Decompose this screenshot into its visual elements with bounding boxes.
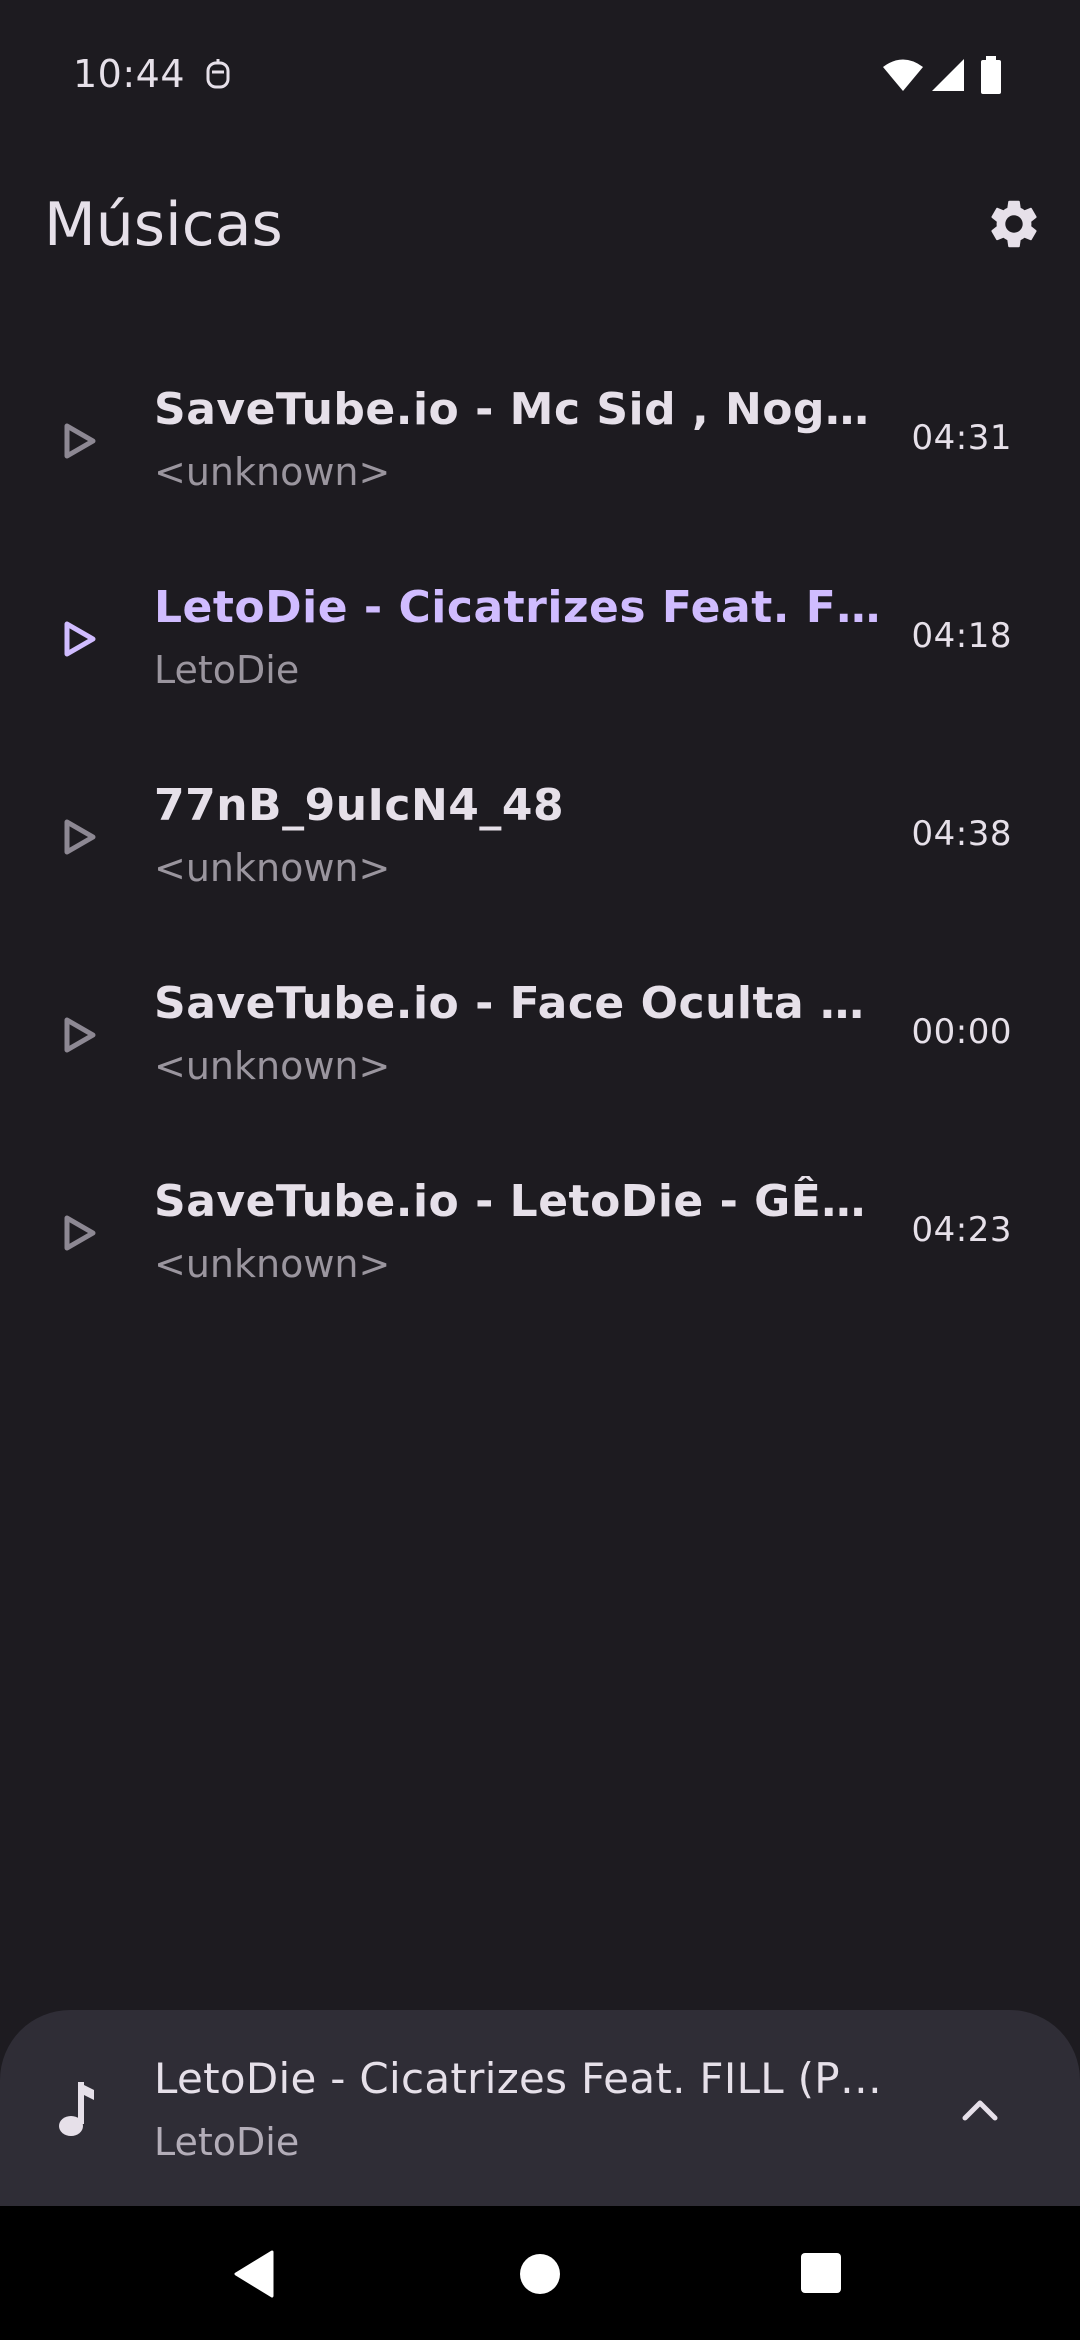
- song-duration: 04:31: [911, 418, 1012, 458]
- song-duration: 04:38: [911, 814, 1012, 854]
- recents-icon[interactable]: [800, 2252, 842, 2294]
- song-row[interactable]: 77nB_9uIcN4_48 <unknown> 04:38: [0, 738, 1080, 936]
- song-duration: 04:23: [911, 1210, 1012, 1250]
- song-artist: <unknown>: [154, 450, 391, 494]
- mini-player-title: LetoDie - Cicatrizes Feat. FILL (P…: [154, 2054, 883, 2103]
- play-icon[interactable]: [55, 614, 105, 664]
- gear-icon: [991, 200, 1037, 248]
- song-list: SaveTube.io - Mc Sid , Nog - … <unknown>…: [0, 342, 1080, 1332]
- song-artist: <unknown>: [154, 1242, 391, 1286]
- chevron-up-icon: [962, 2100, 998, 2121]
- song-row-active[interactable]: LetoDie - Cicatrizes Feat. FILL … LetoDi…: [0, 540, 1080, 738]
- song-title: 77nB_9uIcN4_48: [154, 780, 565, 831]
- play-icon[interactable]: [55, 416, 105, 466]
- song-row[interactable]: SaveTube.io - Face Oculta (1… <unknown> …: [0, 936, 1080, 1134]
- song-title: SaveTube.io - Mc Sid , Nog - …: [154, 384, 884, 435]
- song-row[interactable]: SaveTube.io - LetoDie - GÊNE… <unknown> …: [0, 1134, 1080, 1332]
- song-duration: 04:18: [911, 616, 1012, 656]
- expand-player-button[interactable]: [950, 2080, 1010, 2140]
- status-bar: 10:44: [0, 0, 1080, 150]
- song-duration: 00:00: [911, 1012, 1012, 1052]
- mini-player-artist: LetoDie: [154, 2120, 300, 2164]
- song-row[interactable]: SaveTube.io - Mc Sid , Nog - … <unknown>…: [0, 342, 1080, 540]
- song-title: LetoDie - Cicatrizes Feat. FILL …: [154, 582, 884, 633]
- song-artist: LetoDie: [154, 648, 300, 692]
- mini-player[interactable]: LetoDie - Cicatrizes Feat. FILL (P… Leto…: [0, 2010, 1080, 2206]
- wifi-icon: [883, 59, 923, 91]
- song-title: SaveTube.io - Face Oculta (1…: [154, 978, 884, 1029]
- screen: 10:44 Músicas SaveTube.io - Mc Sid , Nog…: [0, 0, 1080, 2340]
- page-title: Músicas: [44, 190, 283, 260]
- song-artist: <unknown>: [154, 846, 391, 890]
- play-icon[interactable]: [55, 812, 105, 862]
- signal-icon: [932, 59, 964, 91]
- play-icon[interactable]: [55, 1208, 105, 1258]
- song-artist: <unknown>: [154, 1044, 391, 1088]
- song-title: SaveTube.io - LetoDie - GÊNE…: [154, 1176, 884, 1227]
- battery-icon: [981, 56, 1001, 94]
- status-time: 10:44: [73, 52, 186, 96]
- music-note-icon: [59, 2082, 94, 2136]
- back-icon[interactable]: [232, 2250, 276, 2298]
- home-icon[interactable]: [518, 2252, 562, 2296]
- settings-button[interactable]: [980, 190, 1048, 258]
- top-app-bar: Músicas: [0, 170, 1080, 280]
- app-notification-icon: [206, 59, 230, 89]
- system-navigation-bar: [0, 2206, 1080, 2340]
- play-icon[interactable]: [55, 1010, 105, 1060]
